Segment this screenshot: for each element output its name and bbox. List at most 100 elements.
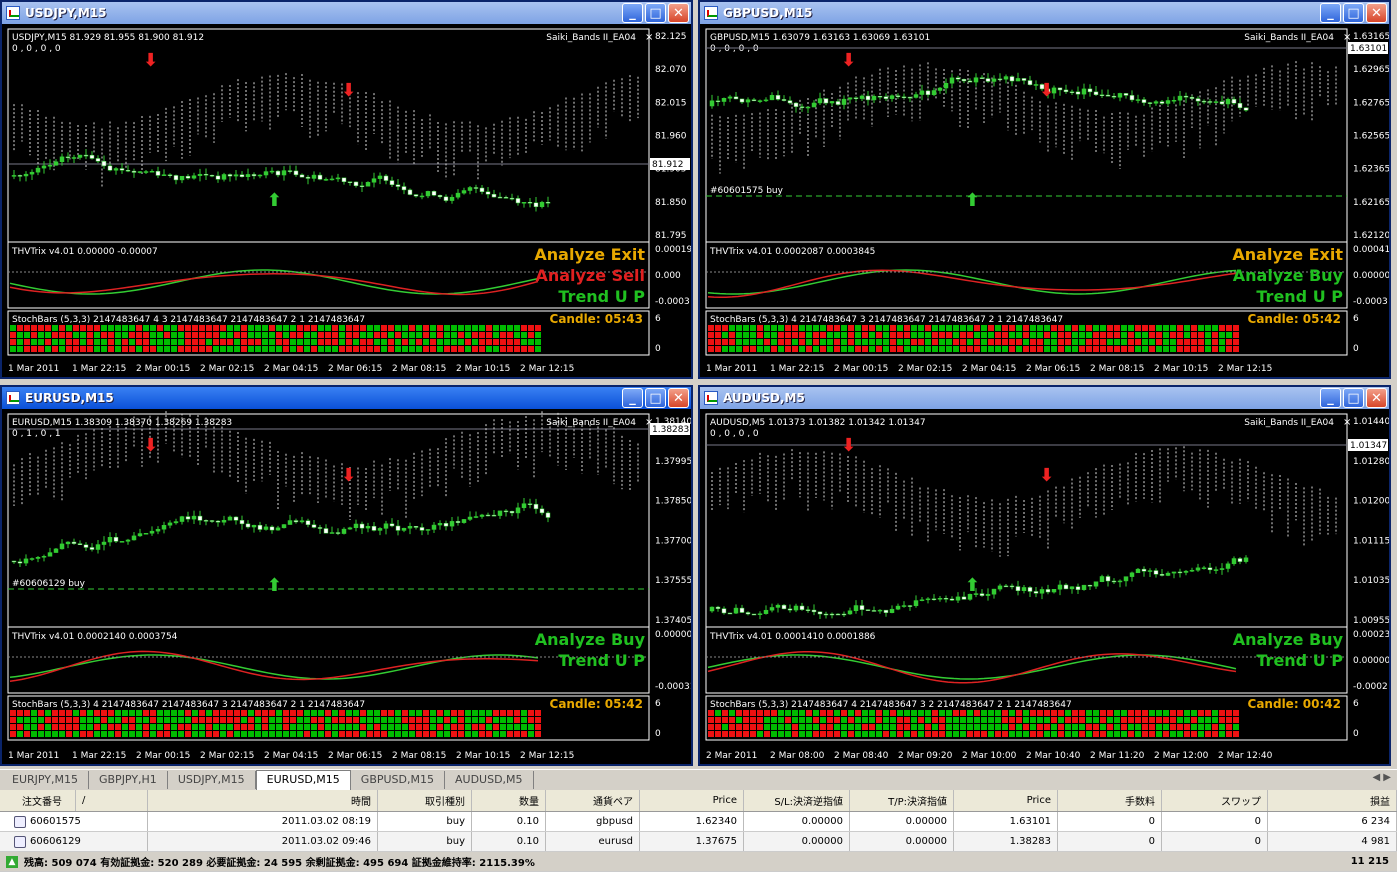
stoch-cell	[729, 710, 735, 716]
maximize-button[interactable]: □	[645, 388, 666, 408]
candle-body	[1027, 80, 1033, 85]
stoch-cell	[750, 346, 756, 352]
candle-body	[233, 174, 239, 177]
stoch-cell	[479, 346, 485, 352]
stoch-cell	[1016, 346, 1022, 352]
stoch-cell	[283, 710, 289, 716]
stoch-cell	[862, 724, 868, 730]
stoch-cell	[94, 717, 100, 723]
table-row[interactable]: 60606129 2011.03.02 09:46 buy 0.10 eurus…	[0, 832, 1397, 852]
stoch-cell	[1212, 325, 1218, 331]
window-audusd[interactable]: AUDUSD,M5 _ □ ✕ AUDUSD,M5 1.01373 1.01382 …	[698, 385, 1391, 766]
window-usdjpy[interactable]: USDJPY,M15 _ □ ✕ USDJPY,M15 81.929 81.955 …	[0, 0, 693, 379]
candle-body	[371, 526, 377, 531]
maximize-button[interactable]: □	[645, 3, 666, 23]
stoch-cell	[1135, 332, 1141, 338]
stoch-cell	[129, 710, 135, 716]
candle-body	[1135, 99, 1141, 101]
close-button[interactable]: ✕	[668, 3, 689, 23]
col-type[interactable]: 取引種別	[378, 790, 472, 811]
chart-area[interactable]: USDJPY,M15 81.929 81.955 81.900 81.9120 …	[4, 26, 691, 377]
stoch-cell	[715, 346, 721, 352]
stoch-cell	[1135, 325, 1141, 331]
stoch-cell	[1149, 724, 1155, 730]
stoch-cell	[514, 332, 520, 338]
candle-body	[895, 95, 901, 98]
chart-area[interactable]: EURUSD,M15 1.38309 1.38370 1.38269 1.382…	[4, 411, 691, 764]
candle-body	[317, 174, 323, 180]
stoch-cell	[38, 710, 44, 716]
stoch-cell	[402, 325, 408, 331]
stoch-cell	[31, 332, 37, 338]
minimize-button[interactable]: _	[1320, 3, 1341, 23]
minimize-button[interactable]: _	[622, 388, 643, 408]
chart-area[interactable]: AUDUSD,M5 1.01373 1.01382 1.01342 1.0134…	[702, 411, 1389, 764]
table-row[interactable]: 60601575 2011.03.02 08:19 buy 0.10 gbpus…	[0, 812, 1397, 832]
stoch-cell	[1114, 332, 1120, 338]
col-cur-price[interactable]: Price	[954, 790, 1058, 811]
chart-area[interactable]: GBPUSD,M15 1.63079 1.63163 1.63069 1.631…	[702, 26, 1389, 377]
col-price[interactable]: Price	[640, 790, 744, 811]
col-order[interactable]: 注文番号	[0, 790, 76, 811]
candle-body	[943, 598, 949, 600]
col-time[interactable]: 時間	[148, 790, 378, 811]
col-tp[interactable]: T/P:決済指値	[850, 790, 954, 811]
tab-eurusd[interactable]: EURUSD,M15	[255, 770, 351, 790]
tab-usdjpy[interactable]: USDJPY,M15	[168, 771, 256, 789]
stoch-cell	[820, 717, 826, 723]
window-titlebar[interactable]: USDJPY,M15 _ □ ✕	[2, 2, 691, 24]
close-button[interactable]: ✕	[668, 388, 689, 408]
stoch-cell	[1058, 325, 1064, 331]
trix-tick-label: -0.0003	[1353, 297, 1388, 307]
stoch-cell	[1205, 332, 1211, 338]
maximize-button[interactable]: □	[1343, 388, 1364, 408]
maximize-button[interactable]: □	[1343, 3, 1364, 23]
candle-body	[17, 561, 23, 564]
candle-body	[913, 600, 919, 607]
col-sl[interactable]: S/L:決済逆指値	[744, 790, 850, 811]
tab-scroll-arrows[interactable]: ◀ ▶	[1372, 772, 1391, 783]
tab-eurjpy[interactable]: EURJPY,M15	[2, 771, 89, 789]
stoch-cell	[59, 339, 65, 345]
stoch-cell	[297, 325, 303, 331]
window-titlebar[interactable]: GBPUSD,M15 _ □ ✕	[700, 2, 1389, 24]
tab-gbpusd[interactable]: GBPUSD,M15	[351, 771, 445, 789]
window-titlebar[interactable]: AUDUSD,M5 _ □ ✕	[700, 387, 1389, 409]
candle-body	[59, 543, 65, 550]
window-eurusd[interactable]: EURUSD,M15 _ □ ✕ EURUSD,M15 1.38309 1.3837…	[0, 385, 693, 766]
candle-body	[1105, 94, 1111, 97]
close-button[interactable]: ✕	[1366, 388, 1387, 408]
stoch-cell	[528, 724, 534, 730]
stoch-cell	[136, 346, 142, 352]
close-button[interactable]: ✕	[1366, 3, 1387, 23]
stoch-cell	[10, 339, 16, 345]
stoch-cell	[946, 717, 952, 723]
col-profit[interactable]: 損益	[1268, 790, 1397, 811]
col-sort[interactable]: /	[76, 790, 148, 811]
window-titlebar[interactable]: EURUSD,M15 _ □ ✕	[2, 387, 691, 409]
signal-label: Analyze Buy	[1233, 266, 1344, 285]
col-commission[interactable]: 手数料	[1058, 790, 1162, 811]
stoch-cell	[486, 339, 492, 345]
col-symbol[interactable]: 通貨ペア	[546, 790, 640, 811]
stoch-cell	[1121, 325, 1127, 331]
col-size[interactable]: 数量	[472, 790, 546, 811]
minimize-button[interactable]: _	[622, 3, 643, 23]
y-tick-label: 82.070	[655, 65, 687, 75]
candle-body	[281, 524, 287, 529]
stoch-cell	[486, 724, 492, 730]
minimize-button[interactable]: _	[1320, 388, 1341, 408]
stoch-cell	[339, 724, 345, 730]
stoch-cell	[192, 339, 198, 345]
candle-body	[329, 178, 335, 181]
stoch-cell	[736, 724, 742, 730]
tab-audusd[interactable]: AUDUSD,M5	[445, 771, 534, 789]
window-gbpusd[interactable]: GBPUSD,M15 _ □ ✕ GBPUSD,M15 1.63079 1.6316…	[698, 0, 1391, 379]
stoch-cell	[157, 717, 163, 723]
stoch-cell	[1149, 332, 1155, 338]
tab-gbpjpy[interactable]: GBPJPY,H1	[89, 771, 168, 789]
candle-body	[763, 609, 769, 614]
stoch-cell	[416, 717, 422, 723]
col-swap[interactable]: スワップ	[1162, 790, 1268, 811]
stoch-cell	[101, 731, 107, 737]
